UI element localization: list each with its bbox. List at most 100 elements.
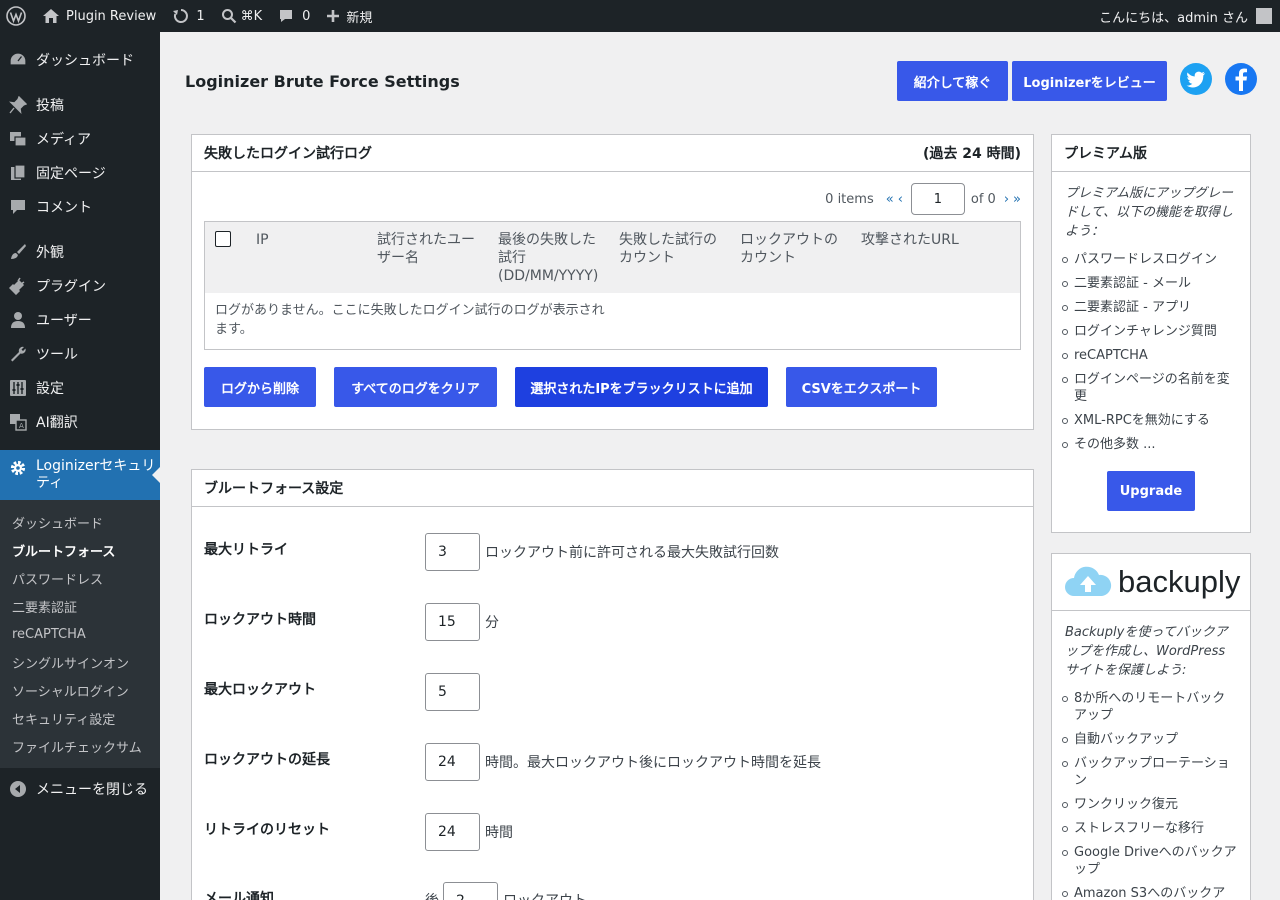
review-button[interactable]: Loginizerをレビュー: [1012, 61, 1167, 101]
submenu-dashboard[interactable]: ダッシュボード: [0, 508, 160, 536]
email-notify-input[interactable]: 2: [443, 882, 498, 900]
updates-count: 1: [196, 8, 205, 24]
menu-comments[interactable]: コメント: [0, 190, 160, 224]
menu-label: メニューを閉じる: [36, 782, 148, 798]
plugin-icon: [8, 276, 28, 296]
first-page-link[interactable]: «: [886, 192, 894, 207]
reset-retries-input[interactable]: 24: [425, 813, 480, 851]
delete-from-log-button[interactable]: ログから削除: [204, 367, 316, 407]
refer-button[interactable]: 紹介して稼ぐ: [897, 61, 1008, 101]
user-icon: [8, 310, 28, 330]
lockout-time-input[interactable]: 15: [425, 603, 480, 641]
email-notify-prefix: 後: [425, 890, 439, 900]
collapse-arrow-icon: [8, 779, 28, 799]
submenu-sso[interactable]: シングルサインオン: [0, 648, 160, 676]
items-count: 0 items: [825, 191, 874, 207]
box-title: ブルートフォース設定: [204, 481, 344, 497]
menu-label: 外観: [36, 245, 64, 261]
menu-settings[interactable]: 設定: [0, 371, 160, 405]
select-all-checkbox[interactable]: [215, 231, 231, 247]
list-item: ストレスフリーな移行: [1062, 820, 1237, 837]
submenu-social-login[interactable]: ソーシャルログイン: [0, 676, 160, 704]
extend-lockout-input[interactable]: 24: [425, 743, 480, 781]
upgrade-button[interactable]: Upgrade: [1107, 471, 1195, 511]
column-attacked-url[interactable]: 攻撃されたURL: [861, 231, 1011, 249]
max-retries-input[interactable]: 3: [425, 533, 480, 571]
current-page-input[interactable]: 1: [910, 183, 965, 215]
extend-lockout-desc: 時間。最大ロックアウト後にロックアウト時間を延長: [485, 755, 821, 771]
blacklist-selected-ip-button[interactable]: 選択されたIPをブラックリストに追加: [515, 367, 768, 407]
new-label: 新規: [346, 10, 373, 26]
submenu-security-settings[interactable]: セキュリティ設定: [0, 704, 160, 732]
menu-ai-translate[interactable]: A AI翻訳: [0, 405, 160, 439]
cloud-upload-icon: [1064, 566, 1112, 598]
loginizer-submenu: ダッシュボード ブルートフォース パスワードレス 二要素認証 reCAPTCHA…: [0, 500, 160, 768]
column-username[interactable]: 試行されたユーザー名: [377, 231, 485, 267]
prev-page-link[interactable]: ‹: [898, 192, 903, 207]
max-retries-label: 最大リトライ: [204, 542, 288, 558]
column-lockout-count[interactable]: ロックアウトのカウント: [740, 231, 848, 267]
admin-sidebar: ダッシュボード 投稿 メディア 固定ページ コメント 外観 プラグイン ユーザー…: [0, 32, 160, 900]
list-item: XML-RPCを無効にする: [1062, 412, 1237, 429]
greeting: こんにちは、admin さん: [1099, 10, 1248, 26]
backuply-wordmark: backuply: [1118, 564, 1241, 599]
next-page-link[interactable]: ›: [1004, 192, 1009, 207]
collapse-menu-button[interactable]: メニューを閉じる: [0, 772, 160, 806]
site-name-link[interactable]: Plugin Review: [34, 0, 164, 32]
list-item: ログインページの名前を変更: [1062, 371, 1237, 405]
submenu-two-factor[interactable]: 二要素認証: [0, 592, 160, 620]
max-lockouts-label: 最大ロックアウト: [204, 682, 316, 698]
search-icon: [221, 8, 237, 24]
list-item: reCAPTCHA: [1062, 347, 1237, 364]
facebook-icon[interactable]: [1225, 63, 1257, 95]
column-ip[interactable]: IP: [256, 231, 356, 249]
backuply-body: Backuplyを使ってバックアップを作成し、WordPressサイトを保護しよ…: [1052, 611, 1250, 900]
menu-dashboard[interactable]: ダッシュボード: [0, 43, 160, 77]
table-header: IP 試行されたユーザー名 最後の失敗した試行 (DD/MM/YYYY) 失敗し…: [205, 222, 1020, 293]
menu-pages[interactable]: 固定ページ: [0, 156, 160, 190]
last-page-link[interactable]: »: [1013, 192, 1021, 207]
command-search[interactable]: ⌘K: [213, 0, 271, 32]
dashboard-icon: [8, 50, 28, 70]
submenu-brute-force[interactable]: ブルートフォース: [0, 536, 160, 564]
my-account[interactable]: こんにちは、admin さん: [1099, 7, 1280, 26]
export-csv-button[interactable]: CSVをエクスポート: [786, 367, 937, 407]
premium-body: プレミアム版にアップグレードして、以下の機能を取得しよう： パスワードレスログイ…: [1052, 172, 1250, 472]
twitter-icon[interactable]: [1180, 63, 1212, 95]
menu-label: Loginizerセキュリティ: [36, 458, 156, 491]
wordpress-logo-icon[interactable]: [0, 0, 34, 32]
menu-label: プラグイン: [36, 279, 106, 295]
email-notify-label: メール通知: [204, 891, 274, 900]
menu-plugins[interactable]: プラグイン: [0, 269, 160, 303]
menu-media[interactable]: メディア: [0, 122, 160, 156]
menu-users[interactable]: ユーザー: [0, 303, 160, 337]
clear-all-logs-button[interactable]: すべてのログをクリア: [334, 367, 497, 407]
list-item: 二要素認証 - メール: [1062, 275, 1237, 292]
updates-link[interactable]: 1: [164, 0, 212, 32]
column-failed-count[interactable]: 失敗した試行のカウント: [619, 231, 727, 267]
page-icon: [8, 163, 28, 183]
box-title: プレミアム版: [1064, 146, 1148, 162]
list-item: ワンクリック復元: [1062, 796, 1237, 813]
column-last-failed[interactable]: 最後の失敗した試行 (DD/MM/YYYY): [498, 231, 606, 285]
menu-label: 設定: [36, 381, 64, 397]
submenu-recaptcha[interactable]: reCAPTCHA: [0, 620, 160, 648]
backuply-logo[interactable]: backuply: [1052, 554, 1250, 611]
max-lockouts-input[interactable]: 5: [425, 673, 480, 711]
wrench-icon: [8, 344, 28, 364]
new-content-link[interactable]: 新規: [318, 0, 380, 32]
submenu-file-checksum[interactable]: ファイルチェックサム: [0, 732, 160, 760]
list-item: パスワードレスログイン: [1062, 251, 1237, 268]
menu-posts[interactable]: 投稿: [0, 88, 160, 122]
menu-label: ダッシュボード: [36, 53, 134, 69]
submenu-passwordless[interactable]: パスワードレス: [0, 564, 160, 592]
site-name: Plugin Review: [66, 8, 157, 24]
log-table: IP 試行されたユーザー名 最後の失敗した試行 (DD/MM/YYYY) 失敗し…: [204, 221, 1021, 350]
menu-appearance[interactable]: 外観: [0, 235, 160, 269]
comment-icon: [8, 197, 28, 217]
menu-tools[interactable]: ツール: [0, 337, 160, 371]
menu-label: AI翻訳: [36, 415, 78, 431]
failed-login-log-box: 失敗したログイン試行ログ (過去 24 時間) 0 items « ‹ 1 of…: [191, 134, 1034, 430]
comments-link[interactable]: 0: [270, 0, 318, 32]
menu-loginizer[interactable]: Loginizerセキュリティ: [0, 450, 160, 500]
